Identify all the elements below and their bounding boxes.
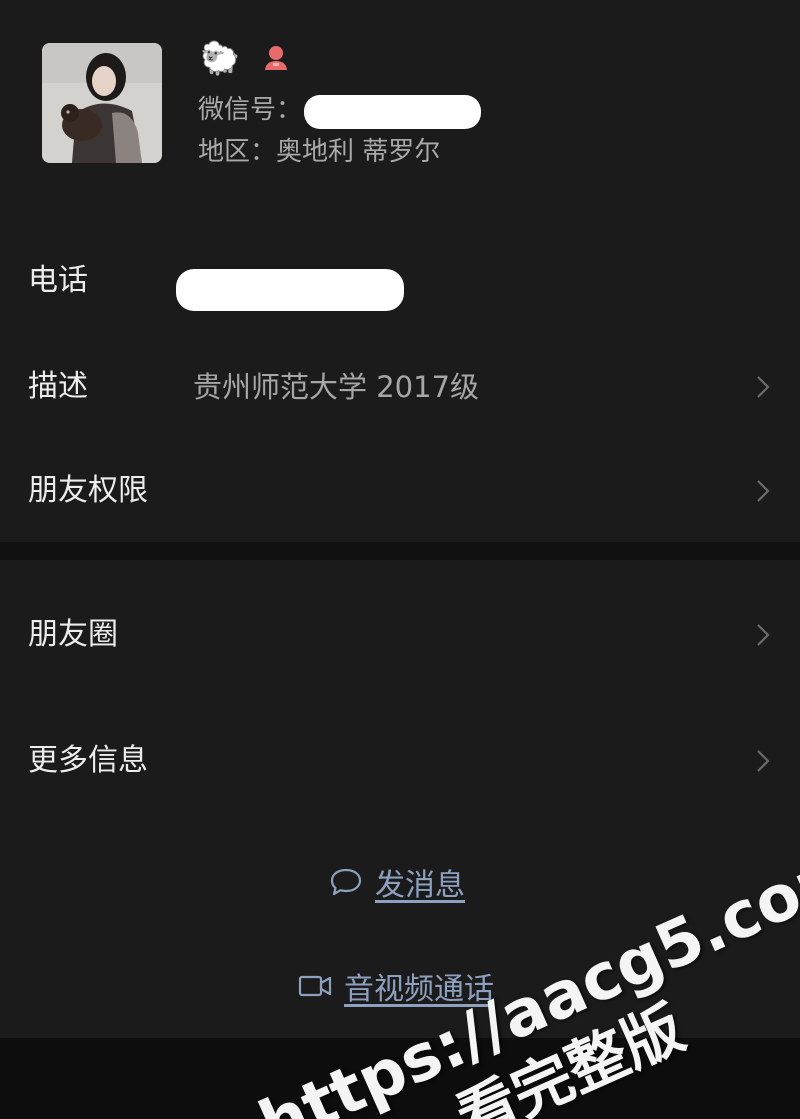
info-group-secondary: 朋友圈 更多信息 [0,560,800,828]
nickname: 🐑 [200,36,292,80]
video-camera-icon [298,975,332,997]
phone-row[interactable]: 电话 [0,236,800,326]
contact-profile-page: 🐑 微信号： 地区：奥地利 蒂罗尔 电话 描述 贵州师范大学 2017级 朋友权… [0,0,800,1119]
description-label: 描述 [28,369,88,404]
video-call-label: 音视频通话 [344,972,494,1007]
avatar-photo [42,43,162,163]
contact-actions: 发消息 音视频通话 [0,828,800,1038]
description-value: 贵州师范大学 2017级 [193,370,480,404]
friend-permissions-row[interactable]: 朋友权限 [0,446,800,536]
female-icon [264,46,287,70]
chat-bubble-icon [330,868,362,896]
video-call-button[interactable]: 音视频通话 [298,964,494,1008]
bottom-bar [0,1038,800,1119]
send-message-label: 发消息 [375,868,465,903]
more-info-row[interactable]: 更多信息 [0,716,800,806]
phone-label: 电话 [28,263,88,298]
wechat-id-line: 微信号： [198,93,302,127]
wechat-id-redaction [304,95,481,129]
chevron-right-icon [757,624,770,646]
send-message-button[interactable]: 发消息 [329,860,465,904]
profile-header: 🐑 微信号： 地区：奥地利 蒂罗尔 [0,0,800,228]
wechat-id-label: 微信号： [198,95,303,125]
phone-number-redaction [176,269,404,311]
chevron-right-icon [757,750,770,772]
region-label: 地区： [198,137,277,167]
moments-label: 朋友圈 [28,617,118,652]
info-group-primary: 电话 描述 贵州师范大学 2017级 朋友权限 [0,228,800,542]
friend-permissions-label: 朋友权限 [28,473,148,508]
chevron-right-icon [757,480,770,502]
more-info-label: 更多信息 [28,743,148,778]
avatar[interactable] [42,43,162,163]
region-line: 地区：奥地利 蒂罗尔 [198,135,440,169]
description-row[interactable]: 描述 贵州师范大学 2017级 [0,342,800,432]
sheep-icon: 🐑 [200,39,240,77]
region-value: 奥地利 蒂罗尔 [276,137,441,167]
moments-row[interactable]: 朋友圈 [0,590,800,680]
chevron-right-icon [757,376,770,398]
